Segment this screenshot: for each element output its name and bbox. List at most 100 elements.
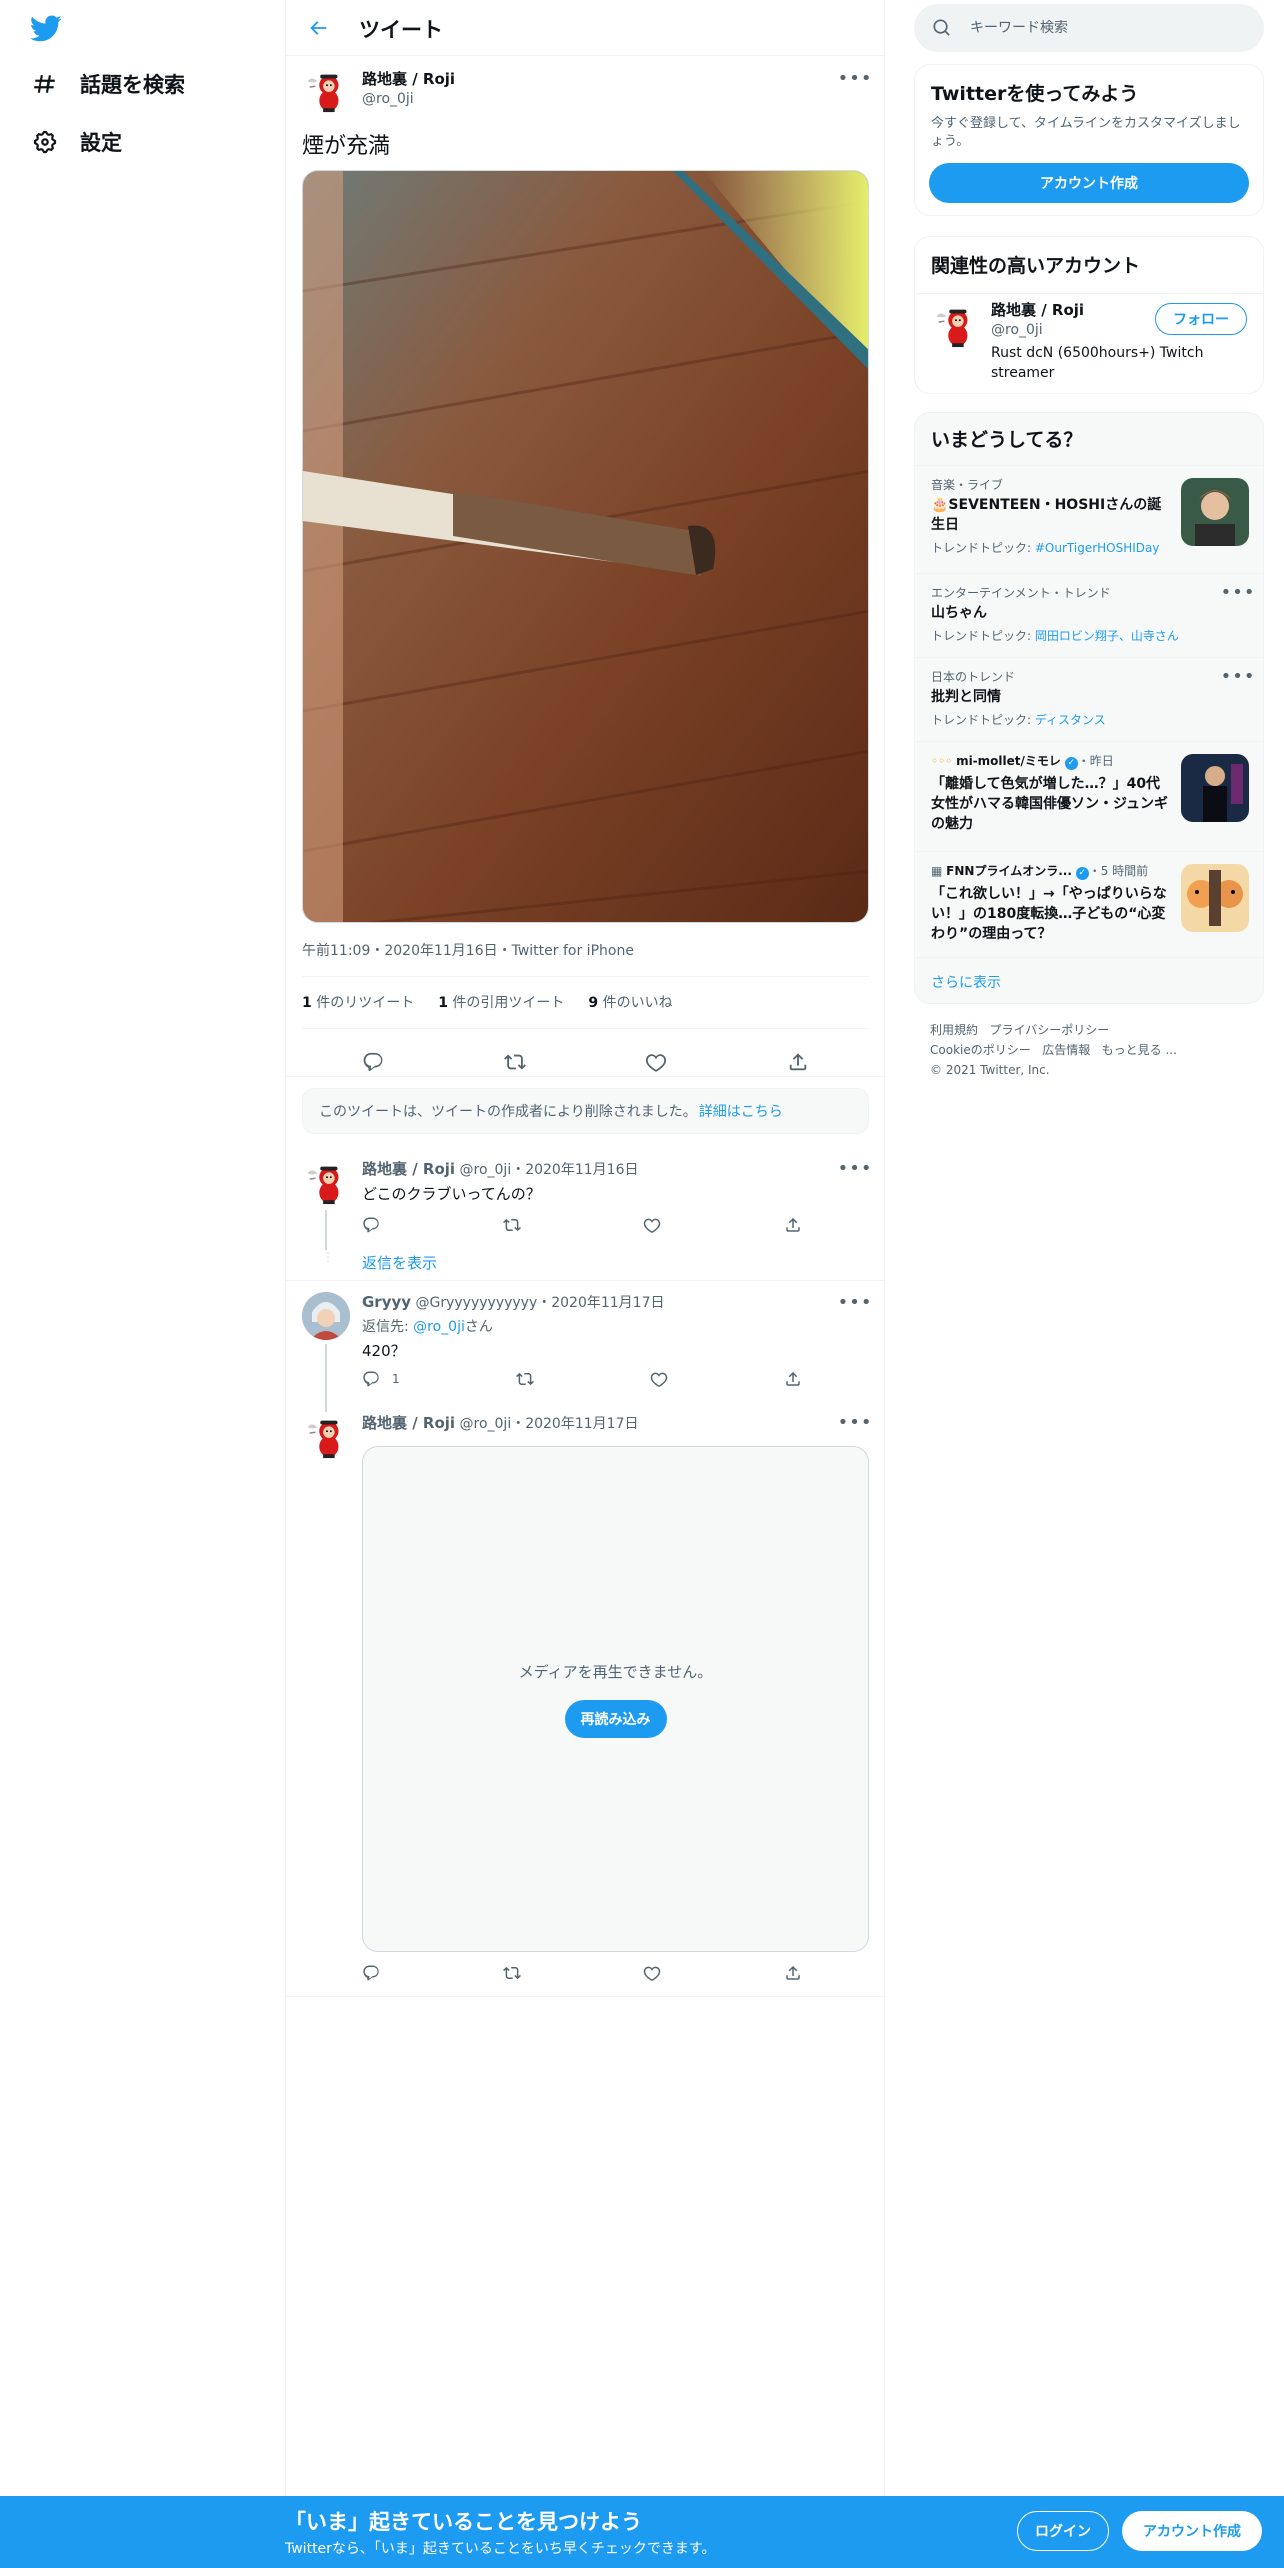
more-options-icon[interactable]: ••• xyxy=(838,68,872,89)
copyright: © 2021 Twitter, Inc. xyxy=(930,1063,1050,1077)
author-name[interactable]: 路地裏 / Roji xyxy=(362,68,455,89)
avatar[interactable] xyxy=(302,1292,350,1340)
more-options-icon[interactable]: ••• xyxy=(838,1158,872,1179)
retweet-icon[interactable] xyxy=(504,1051,526,1073)
tweet-actions xyxy=(362,1958,802,1988)
avatar[interactable] xyxy=(302,1412,350,1460)
like-stat[interactable]: 9 件のいいね xyxy=(588,992,672,1012)
account-handle[interactable]: @ro_0ji xyxy=(991,322,1161,338)
like-icon[interactable] xyxy=(643,1964,661,1982)
trend-title: 批判と同情 xyxy=(931,689,1001,705)
trends-card: いまどうしてる？ 音楽・ライブ 🎂SEVENTEEN・HOSHIさんの誕生日 ト… xyxy=(914,412,1264,1004)
show-more-link[interactable]: さらに表示 xyxy=(931,972,1001,992)
reply-button[interactable]: 1 xyxy=(362,1370,400,1388)
share-icon[interactable] xyxy=(784,1216,802,1234)
login-button[interactable]: ログイン xyxy=(1017,2511,1109,2551)
media-error-text: メディアを再生できません。 xyxy=(518,1662,713,1681)
follow-button[interactable]: フォロー xyxy=(1155,303,1247,335)
news-item[interactable]: ◦◦◦ mi-mollet/ミモレ ✓ ・昨日 「離婚して色気が増した…？」40代… xyxy=(915,741,1263,851)
avatar[interactable] xyxy=(302,1158,350,1206)
author-handle[interactable]: @ro_0ji・2020年11月16日 xyxy=(460,1162,639,1178)
tweet-photo[interactable] xyxy=(302,170,869,923)
more-options-icon[interactable]: ••• xyxy=(838,1292,872,1313)
signup-button[interactable]: アカウント作成 xyxy=(1122,2511,1262,2551)
like-icon[interactable] xyxy=(643,1216,661,1234)
account-name[interactable]: 路地裏 / Roji xyxy=(991,299,1161,320)
reply-icon[interactable] xyxy=(362,1964,380,1982)
avatar[interactable] xyxy=(302,66,350,114)
trend-item[interactable]: 日本のトレンド 批判と同情 トレンドトピック: ディスタンス ••• xyxy=(915,657,1263,741)
nav-explore[interactable]: 話題を検索 xyxy=(30,60,185,108)
more-options-icon[interactable]: ••• xyxy=(1221,666,1255,687)
author-handle[interactable]: @ro_0ji xyxy=(362,91,455,107)
terms-link[interactable]: 利用規約 xyxy=(930,1023,978,1037)
back-arrow-icon[interactable] xyxy=(302,12,334,44)
more-options-icon[interactable]: ••• xyxy=(838,1412,872,1433)
reply-icon[interactable] xyxy=(362,1216,380,1234)
relevant-title: 関連性の高いアカウント xyxy=(931,255,1141,277)
trend-item[interactable]: エンターテインメント・トレンド 山ちゃん トレンドトピック: 岡田ロビン翔子、山… xyxy=(915,573,1263,657)
search-icon xyxy=(932,18,952,42)
author-name[interactable]: Gryyy xyxy=(362,1293,411,1311)
search-bar[interactable] xyxy=(914,4,1264,52)
author-handle[interactable]: @ro_0ji・2020年11月17日 xyxy=(460,1416,639,1432)
trend-topic-link[interactable]: 岡田ロビン翔子、山寺さん xyxy=(1035,629,1179,643)
twitter-logo-icon[interactable] xyxy=(29,12,70,44)
avatar[interactable] xyxy=(931,301,979,349)
trend-item[interactable]: 音楽・ライブ 🎂SEVENTEEN・HOSHIさんの誕生日 トレンドトピック: … xyxy=(915,465,1263,573)
more-options-icon[interactable]: ••• xyxy=(1221,582,1255,603)
privacy-link[interactable]: プライバシーポリシー xyxy=(989,1023,1109,1037)
show-replies-link[interactable]: 返信を表示 xyxy=(362,1252,437,1273)
like-icon[interactable] xyxy=(650,1370,668,1388)
author-handle[interactable]: @Gryyyyyyyyyyy・2020年11月17日 xyxy=(416,1295,665,1311)
news-thumbnail xyxy=(1181,754,1249,822)
like-icon[interactable] xyxy=(645,1051,667,1073)
ads-link[interactable]: 広告情報 xyxy=(1042,1043,1090,1057)
trend-topic-link[interactable]: #OurTigerHOSHIDay xyxy=(1035,541,1160,555)
reply-count: 1 xyxy=(392,1372,400,1386)
share-icon[interactable] xyxy=(787,1051,809,1073)
author-name[interactable]: 路地裏 / Roji xyxy=(362,1160,455,1178)
retweet-icon[interactable] xyxy=(503,1964,521,1982)
news-thumbnail xyxy=(1181,864,1249,932)
cookie-link[interactable]: Cookieのポリシー xyxy=(930,1043,1031,1057)
reload-button[interactable]: 再読み込み xyxy=(564,1699,667,1738)
verified-icon: ✓ xyxy=(1075,867,1089,880)
search-input[interactable] xyxy=(970,20,1230,36)
page-title: ツイート xyxy=(359,18,443,42)
reply-icon xyxy=(362,1370,380,1388)
reply-text: どこのクラブいってんの？ xyxy=(362,1185,541,1203)
tweet-meta[interactable]: 午前11:09・2020年11月16日・Twitter for iPhone xyxy=(302,940,634,960)
trends-title: いまどうしてる？ xyxy=(931,429,1083,451)
signup-banner: 「いま」起きていることを見つけよう Twitterなら、「いま」起きていることを… xyxy=(0,2496,1284,2568)
news-item[interactable]: ▦ FNNプライムオンラ... ✓ ・5 時間前 「これ欲しい！」→「やっぱりいら… xyxy=(915,851,1263,957)
reply-text: 420？ xyxy=(362,1342,406,1360)
author-name[interactable]: 路地裏 / Roji xyxy=(362,1414,455,1432)
create-account-button[interactable]: アカウント作成 xyxy=(929,163,1249,203)
share-icon[interactable] xyxy=(784,1370,802,1388)
learn-more-link[interactable]: 詳細はこちら xyxy=(699,1101,783,1121)
reply-tweet[interactable]: Gryyy @Gryyyyyyyyyyy・2020年11月17日 返信先: @r… xyxy=(286,1280,886,1436)
trend-topic: トレンドトピック: 岡田ロビン翔子、山寺さん xyxy=(931,629,1179,643)
reply-tweet[interactable]: 路地裏 / Roji @ro_0ji・2020年11月16日 どこのクラブいって… xyxy=(286,1146,886,1280)
show-more-row[interactable]: さらに表示 xyxy=(915,957,1263,1003)
retweet-icon[interactable] xyxy=(516,1370,534,1388)
reply-to-handle[interactable]: @ro_0ji xyxy=(413,1319,465,1335)
reply-icon[interactable] xyxy=(362,1051,384,1073)
banner-subtitle: Twitterなら、「いま」起きていることをいち早くチェックできます。 xyxy=(285,2541,716,2557)
more-link[interactable]: もっと見る ... xyxy=(1102,1043,1177,1057)
page-header: ツイート xyxy=(286,0,886,56)
nav-settings[interactable]: 設定 xyxy=(30,118,122,166)
retweet-stat[interactable]: 1 件のリツイート xyxy=(302,992,414,1012)
verified-icon: ✓ xyxy=(1064,757,1078,770)
tweet-actions: 1 xyxy=(362,1364,802,1394)
tweet-stats: 1 件のリツイート 1 件の引用ツイート 9 件のいいね xyxy=(302,992,673,1012)
retweet-icon[interactable] xyxy=(503,1216,521,1234)
trend-topic-link[interactable]: ディスタンス xyxy=(1035,713,1106,727)
quote-stat[interactable]: 1 件の引用ツイート xyxy=(438,992,564,1012)
trend-title: 山ちゃん xyxy=(931,605,987,621)
relevant-accounts-card: 関連性の高いアカウント 路地裏 / Roji @ro_0ji Rust dcN … xyxy=(914,236,1264,394)
reply-tweet[interactable]: 路地裏 / Roji @ro_0ji・2020年11月17日 ••• メディアを… xyxy=(286,1400,886,1996)
nav-settings-label: 設定 xyxy=(80,131,122,155)
share-icon[interactable] xyxy=(784,1964,802,1982)
